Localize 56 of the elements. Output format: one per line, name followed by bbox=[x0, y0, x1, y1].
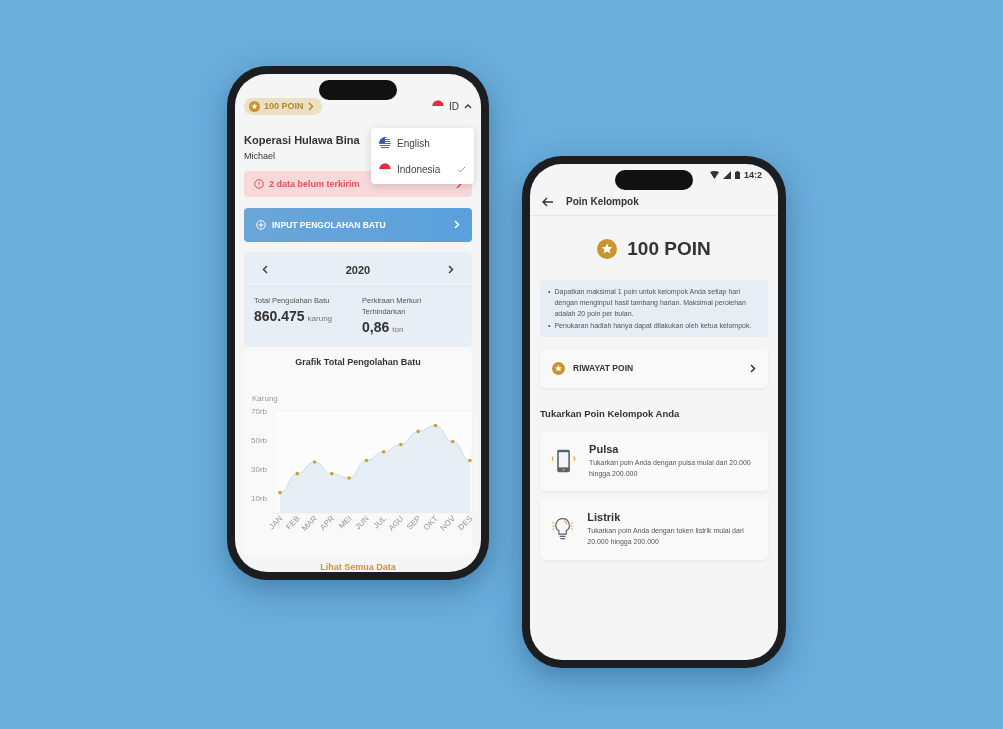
data-point bbox=[330, 471, 334, 476]
points-history-button[interactable]: RIWAYAT POIN bbox=[540, 348, 768, 388]
tick-label: 30rb bbox=[251, 465, 267, 475]
data-point bbox=[381, 450, 386, 454]
language-selector[interactable]: ID bbox=[432, 100, 472, 113]
stat-unit: ton bbox=[392, 325, 404, 334]
tick-label: 10rb bbox=[251, 494, 267, 504]
language-option[interactable]: English bbox=[371, 130, 474, 156]
flag-icon bbox=[432, 100, 444, 113]
reward-title: Listrik bbox=[587, 511, 622, 524]
year-label: 2020 bbox=[345, 263, 371, 276]
data-point bbox=[450, 439, 455, 444]
data-point bbox=[416, 429, 420, 434]
chevron-right-icon bbox=[307, 101, 314, 111]
screen-title: Poin Kelompok bbox=[566, 196, 639, 207]
chevron-right-icon bbox=[448, 265, 454, 274]
stat-value: 860.475 bbox=[254, 307, 305, 324]
data-point bbox=[312, 460, 317, 464]
next-button[interactable] bbox=[448, 265, 454, 274]
wifi-icon bbox=[710, 171, 719, 179]
points-total: 100 POIN bbox=[627, 238, 711, 260]
check-icon bbox=[457, 165, 466, 173]
chevron-right-icon bbox=[750, 363, 756, 373]
previous-button[interactable] bbox=[262, 265, 268, 274]
status-time: 14:2 bbox=[744, 170, 762, 180]
info-icon bbox=[254, 179, 264, 190]
back-button[interactable] bbox=[542, 196, 554, 207]
data-point bbox=[295, 471, 300, 476]
user-name: Michael bbox=[244, 151, 276, 162]
back-arrow-icon bbox=[542, 196, 554, 207]
data-point bbox=[433, 423, 438, 428]
star-coin-icon bbox=[597, 239, 618, 259]
stat-unit: karung bbox=[307, 313, 333, 323]
chevron-left-icon bbox=[262, 265, 268, 274]
tick-label: JUL bbox=[371, 514, 389, 531]
stat-value: 0,86 bbox=[362, 319, 390, 335]
star-coin-icon bbox=[552, 361, 565, 375]
chart-title: Grafik Total Pengolahan Batu bbox=[294, 357, 422, 367]
data-point bbox=[468, 458, 472, 463]
data-point bbox=[347, 476, 351, 480]
cooperative-name: Koperasi Hulawa Bina bbox=[244, 134, 360, 147]
flag-icon bbox=[379, 163, 391, 175]
tick-label: 70rb bbox=[251, 407, 267, 416]
data-point bbox=[278, 490, 282, 495]
flag-icon bbox=[379, 137, 391, 149]
plus-icon bbox=[256, 219, 266, 230]
axis-title: Karung bbox=[252, 394, 278, 403]
battery-icon bbox=[735, 171, 740, 179]
data-point bbox=[364, 458, 369, 463]
signal-icon bbox=[723, 171, 731, 179]
tick-label: 50rb bbox=[251, 436, 267, 446]
data-point bbox=[399, 442, 403, 447]
chevron-right-icon bbox=[454, 220, 460, 230]
star-coin-icon bbox=[249, 100, 260, 112]
section-title: Tukarkan Poin Kelompok Anda bbox=[540, 407, 681, 419]
reward-title: Pulsa bbox=[589, 442, 620, 455]
